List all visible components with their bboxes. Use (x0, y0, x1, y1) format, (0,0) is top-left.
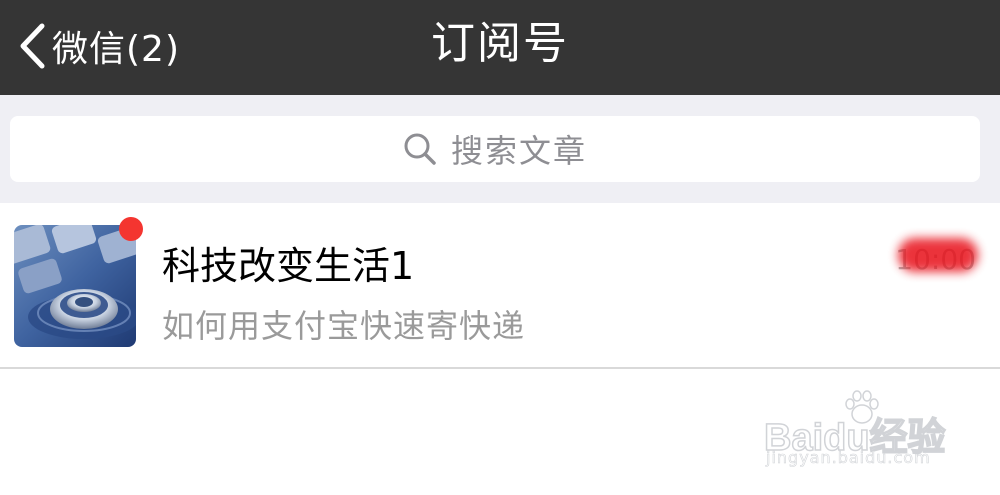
latest-article: 如何用支付宝快速寄快递 (162, 307, 526, 345)
subscription-item[interactable]: 科技改变生活1 如何用支付宝快速寄快递 10:00 (0, 203, 1000, 367)
unread-badge (119, 217, 143, 241)
avatar (14, 225, 136, 347)
search-placeholder: 搜索文章 (450, 132, 587, 170)
search-input[interactable]: 搜索文章 (10, 116, 980, 182)
search-icon (404, 133, 436, 165)
navigation-bar: 微信(2) 订阅号 (0, 0, 1000, 95)
search-area: 搜索文章 (0, 95, 1000, 203)
watermark: Baidu经验 jingyan.baidu.com (763, 386, 964, 476)
subscription-name: 科技改变生活1 (162, 244, 415, 288)
watermark-url: jingyan.baidu.com (766, 448, 931, 468)
page-title: 订阅号 (431, 18, 569, 69)
list-divider (0, 367, 1000, 369)
redaction-mark (898, 238, 978, 272)
